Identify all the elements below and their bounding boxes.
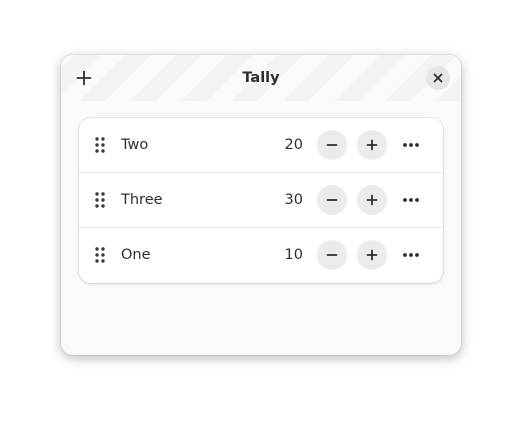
increment-button[interactable] — [357, 185, 387, 215]
plus-icon — [366, 194, 378, 206]
more-icon — [402, 197, 420, 203]
drag-handle-icon[interactable] — [93, 246, 107, 264]
header-bar: Tally — [61, 55, 461, 101]
counter-value: 20 — [284, 137, 303, 153]
counter-row: Two 20 — [79, 118, 443, 173]
counter-name: Two — [121, 137, 149, 153]
counter-value: 10 — [284, 247, 303, 263]
window-title: Tally — [242, 70, 280, 86]
increment-button[interactable] — [357, 240, 387, 270]
counter-row: One 10 — [79, 227, 443, 283]
counter-menu-button[interactable] — [396, 240, 426, 270]
decrement-button[interactable] — [317, 185, 347, 215]
counter-menu-button[interactable] — [396, 185, 426, 215]
decrement-button[interactable] — [317, 130, 347, 160]
counter-value: 30 — [284, 192, 303, 208]
decrement-button[interactable] — [317, 240, 347, 270]
drag-handle-icon[interactable] — [93, 136, 107, 154]
minus-icon — [326, 139, 338, 151]
app-window: Tally Two 20 Three 30 One 10 — [61, 55, 461, 355]
counter-name: One — [121, 247, 151, 263]
close-button[interactable] — [426, 66, 450, 90]
more-icon — [402, 252, 420, 258]
counter-menu-button[interactable] — [396, 130, 426, 160]
minus-icon — [326, 249, 338, 261]
more-icon — [402, 142, 420, 148]
plus-icon — [366, 249, 378, 261]
counter-list: Two 20 Three 30 One 10 — [79, 118, 443, 283]
plus-icon — [366, 139, 378, 151]
counter-row: Three 30 — [79, 172, 443, 228]
counter-name: Three — [121, 192, 163, 208]
drag-handle-icon[interactable] — [93, 191, 107, 209]
close-icon — [433, 73, 443, 83]
increment-button[interactable] — [357, 130, 387, 160]
minus-icon — [326, 194, 338, 206]
